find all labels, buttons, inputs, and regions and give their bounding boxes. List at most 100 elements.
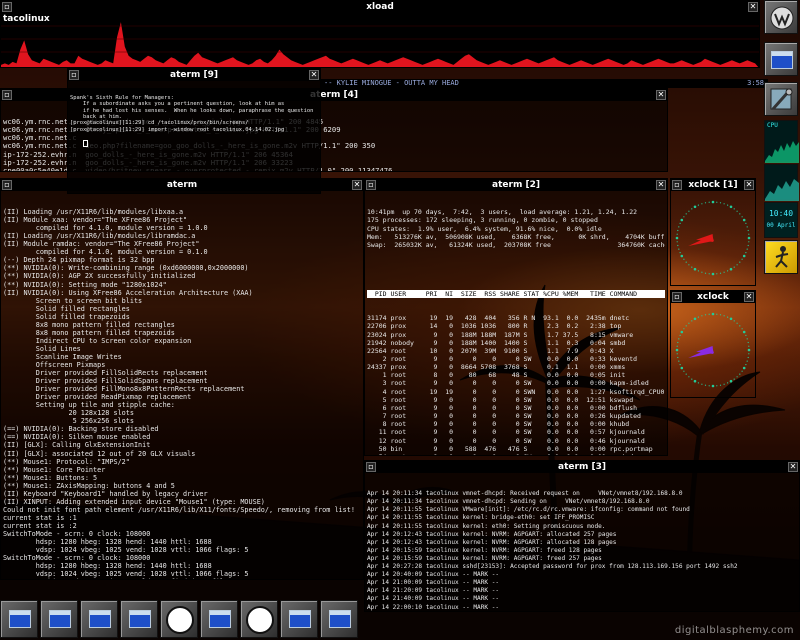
clock-tick: [729, 267, 733, 271]
aterm-xlog-titlebar[interactable]: ▫ aterm ✕: [1, 179, 363, 191]
aterm-3-window[interactable]: ▫ aterm [3] ✕ Apr 14 20:11:34 tacolinux …: [364, 460, 800, 612]
aterm-2-terminal[interactable]: 10:41pm up 70 days, 7:42, 3 users, load …: [365, 191, 667, 455]
xclock-1-window[interactable]: ▫ xclock [1] ✕: [670, 178, 756, 286]
process-row: 22706 prox 14 0 1036 1036 800 R 2.3 0.2 …: [367, 322, 622, 331]
window-icon: [89, 610, 111, 628]
close-button[interactable]: ✕: [656, 180, 666, 190]
clock-tick: [727, 382, 729, 384]
close-button[interactable]: ✕: [309, 70, 319, 80]
taskbar-tile-5[interactable]: [200, 600, 238, 638]
close-button[interactable]: ✕: [352, 180, 362, 190]
date-clock-applet: 10:40 00 April: [764, 202, 798, 238]
taskbar-tile-clock-2[interactable]: [240, 600, 278, 638]
hour-hand: [696, 346, 714, 354]
taskbar-tile-clock-1[interactable]: [160, 600, 198, 638]
clock-tick: [748, 233, 750, 235]
terminal-line: (II) XINPUT: Adding extended input devic…: [3, 497, 265, 506]
taskbar-tile-4[interactable]: [120, 600, 158, 638]
clock-tick: [729, 379, 733, 383]
minimize-button[interactable]: ▫: [366, 462, 376, 472]
clock-tick: [745, 252, 747, 254]
clock-tick: [680, 254, 684, 258]
close-button[interactable]: ✕: [788, 462, 798, 472]
aterm-xlog-window[interactable]: ▫ aterm ✕ (II) Loading /usr/X11R6/lib/mo…: [0, 178, 364, 580]
aterm-3-titlebar[interactable]: ▫ aterm [3] ✕: [365, 461, 799, 473]
clock-tick: [736, 210, 738, 212]
terminal-line: compiled for 4.1.0, module version = 1.0…: [3, 224, 208, 233]
top-summary: 10:41pm up 70 days, 7:42, 3 users, load …: [367, 208, 665, 249]
terminal-line: Apr 14 20:11:55 tacolinux kernel: eth0: …: [367, 522, 606, 530]
aterm-9-titlebar[interactable]: ▫ aterm [9] ✕: [68, 69, 320, 81]
taskbar-tile-2[interactable]: [40, 600, 78, 638]
minimize-button[interactable]: ▫: [366, 180, 376, 190]
minimize-button[interactable]: ▫: [2, 180, 12, 190]
terminal-line: compiled for 4.1.0, module version = 0.1…: [3, 248, 208, 257]
close-button[interactable]: ✕: [748, 2, 758, 12]
minimize-button[interactable]: ▫: [2, 90, 12, 100]
terminal-line: Could not init font path element /usr/X1…: [3, 505, 355, 514]
top-blank-line: [367, 265, 665, 273]
minimize-button[interactable]: ▫: [69, 70, 79, 80]
aterm-9-window[interactable]: ▫ aterm [9] ✕ Spank's Sixth Rule for Man…: [67, 68, 321, 194]
top-column-header: PID USER PRI NI SIZE RSS SHARE STAT %CPU…: [367, 289, 665, 298]
clock-tick: [688, 264, 690, 266]
close-button[interactable]: ✕: [744, 180, 754, 190]
window-title: aterm [2]: [492, 180, 540, 190]
minimize-button[interactable]: ▫: [2, 2, 12, 12]
process-row: 22564 root 10 0 207M 39M 9100 S 1.1 7.9 …: [367, 346, 614, 355]
top-summary-line: Swap: 265032K av, 61324K used, 203708K f…: [367, 240, 665, 249]
terminal-line: Apr 14 22:00:10 tacolinux -- MARK --: [367, 603, 500, 611]
running-man-icon: [775, 246, 789, 268]
terminal-line: Setting up tile and stipple cache:: [3, 401, 175, 410]
clock-tick: [704, 384, 707, 386]
clock-tick: [679, 334, 681, 336]
xload-window[interactable]: ▫ xload ✕ tacolinux: [0, 0, 760, 68]
terminal-line: 20 128x128 slots: [3, 409, 134, 418]
dock-tile-settings[interactable]: [764, 82, 798, 116]
terminal-window-icon: [771, 51, 793, 69]
dock-tile-terminal[interactable]: [764, 42, 798, 76]
process-row: 8 root 9 0 0 0 0 SW 0.0 0.0 0:00 khubd: [367, 420, 630, 429]
clock-tick: [711, 384, 715, 388]
clock-tick: [739, 213, 741, 215]
terminal-line: Solid Lines: [3, 344, 81, 353]
terminal-line: Apr 14 20:11:55 tacolinux VMware[init]: …: [367, 506, 690, 514]
clock-tick: [693, 317, 697, 321]
clock-tick: [736, 322, 738, 324]
xload-host-label: tacolinux: [3, 14, 50, 24]
clock-tick: [741, 216, 743, 218]
terminal-line: Apr 14 20:12:43 tacolinux kernel: NVRM: …: [367, 530, 617, 538]
clock-tick: [727, 270, 729, 272]
aterm-2-window[interactable]: ▫ aterm [2] ✕ 10:41pm up 70 days, 7:42, …: [364, 178, 668, 456]
terminal-line: (**) NVIDIA(0): AGP 2X successfully init…: [3, 272, 196, 281]
clock-tick: [723, 271, 725, 273]
aterm-2-titlebar[interactable]: ▫ aterm [2] ✕: [365, 179, 667, 191]
xclock-2-window[interactable]: ▫ xclock ✕: [670, 290, 756, 398]
window-icon: [129, 610, 151, 628]
clock-tick: [680, 218, 684, 222]
clock-tick: [733, 266, 735, 268]
dock-tile-aim[interactable]: [764, 240, 798, 274]
taskbar-tile-1[interactable]: [0, 600, 38, 638]
aterm-xlog-terminal[interactable]: (II) Loading /usr/X11R6/lib/modules/libx…: [1, 191, 363, 579]
dock-tile-window-maker[interactable]: [764, 0, 798, 34]
minimize-button[interactable]: ▫: [672, 292, 682, 302]
close-button[interactable]: ✕: [744, 292, 754, 302]
xload-titlebar[interactable]: ▫ xload ✕: [1, 1, 759, 13]
close-button[interactable]: ✕: [656, 90, 666, 100]
clock-tick: [748, 241, 750, 243]
top-summary-line: CPU states: 1.9% user, 6.4% system, 91.6…: [367, 224, 602, 233]
taskbar-tile-7[interactable]: [320, 600, 358, 638]
aterm-3-terminal[interactable]: Apr 14 20:11:34 tacolinux vmnet-dhcpd: R…: [365, 473, 799, 611]
taskbar-tile-3[interactable]: [80, 600, 118, 638]
minimize-button[interactable]: ▫: [672, 180, 682, 190]
terminal-line: vdsp: 1024 vbeg: 1025 vend: 1028 vttl: 1…: [3, 570, 249, 579]
taskbar-tile-6[interactable]: [280, 600, 318, 638]
xclock-2-titlebar[interactable]: ▫ xclock ✕: [671, 291, 755, 303]
now-playing-clock: 3:58: [747, 79, 764, 87]
xclock-1-titlebar[interactable]: ▫ xclock [1] ✕: [671, 179, 755, 191]
clock-tick: [701, 203, 703, 205]
clock-tick: [746, 248, 748, 250]
top-summary-line: 175 processes: 172 sleeping, 3 running, …: [367, 216, 598, 225]
terminal-line: (II) [GLX]: Calling GlxExtensionInit: [3, 441, 151, 450]
